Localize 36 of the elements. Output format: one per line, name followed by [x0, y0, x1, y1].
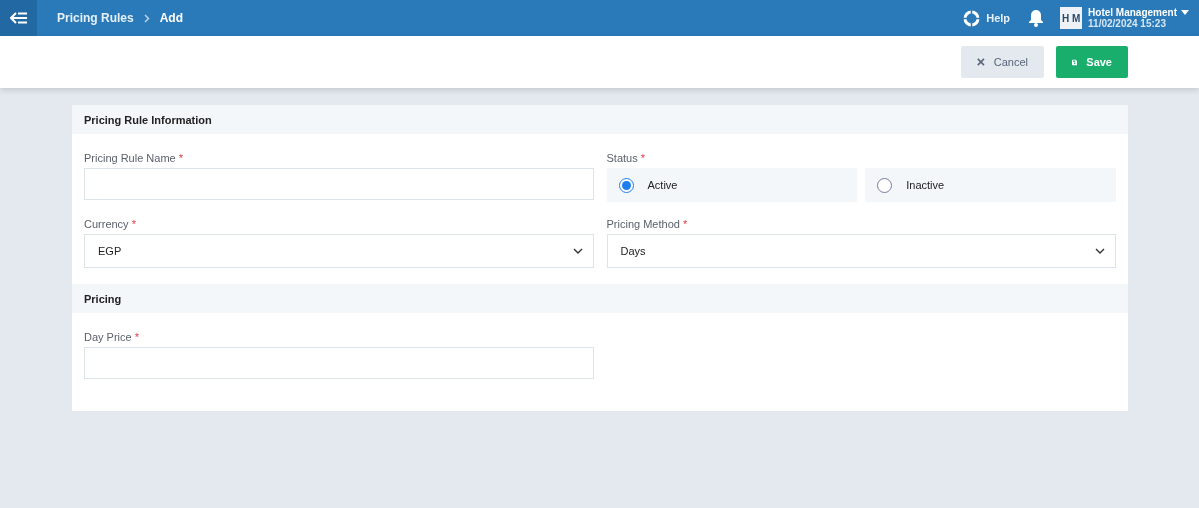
user-name[interactable]: Hotel Management — [1088, 7, 1177, 18]
chevron-down-icon — [1095, 248, 1105, 254]
required-mark: * — [134, 331, 139, 343]
dropdown-field[interactable]: EGP — [84, 234, 594, 268]
breadcrumb-item[interactable]: Pricing Rules — [57, 11, 134, 25]
required-mark: * — [640, 152, 645, 164]
radio-button[interactable] — [877, 177, 893, 193]
required-mark: * — [682, 218, 688, 230]
back-menu-button[interactable] — [0, 0, 37, 36]
breadcrumb-item: Add — [159, 11, 183, 25]
bell-icon[interactable] — [1028, 9, 1045, 27]
section-header: Pricing Rule Information — [72, 105, 1128, 134]
chevron-down-icon — [572, 248, 583, 254]
required-mark: * — [131, 218, 136, 230]
field-label: Day Price — [84, 331, 132, 343]
field-label: Status — [606, 152, 638, 164]
close-icon — [977, 57, 985, 67]
section-header: Pricing — [72, 284, 1128, 313]
input-field[interactable] — [84, 168, 594, 200]
radio-button[interactable] — [618, 177, 634, 193]
cancel-button[interactable]: Cancel — [961, 46, 1044, 78]
user-avatar[interactable]: H M — [1060, 7, 1083, 29]
radio-option[interactable]: Active — [606, 168, 858, 202]
field-label: Pricing Rule Name — [84, 152, 176, 164]
help-link[interactable]: Help — [963, 9, 1011, 27]
input-field[interactable] — [84, 347, 594, 379]
required-mark: * — [178, 152, 183, 164]
field-label: Pricing Method — [606, 218, 680, 230]
date-time: 11/02/2024 15:23 — [1088, 18, 1166, 29]
chevron-right-icon — [143, 13, 150, 23]
dropdown-field[interactable]: Days — [606, 234, 1116, 268]
back-arrow-icon — [9, 12, 28, 24]
field-label: Currency — [84, 218, 129, 230]
radio-option[interactable]: Inactive — [865, 168, 1116, 202]
lifebuoy-icon — [963, 9, 981, 27]
caret-down-icon[interactable] — [1181, 10, 1189, 15]
